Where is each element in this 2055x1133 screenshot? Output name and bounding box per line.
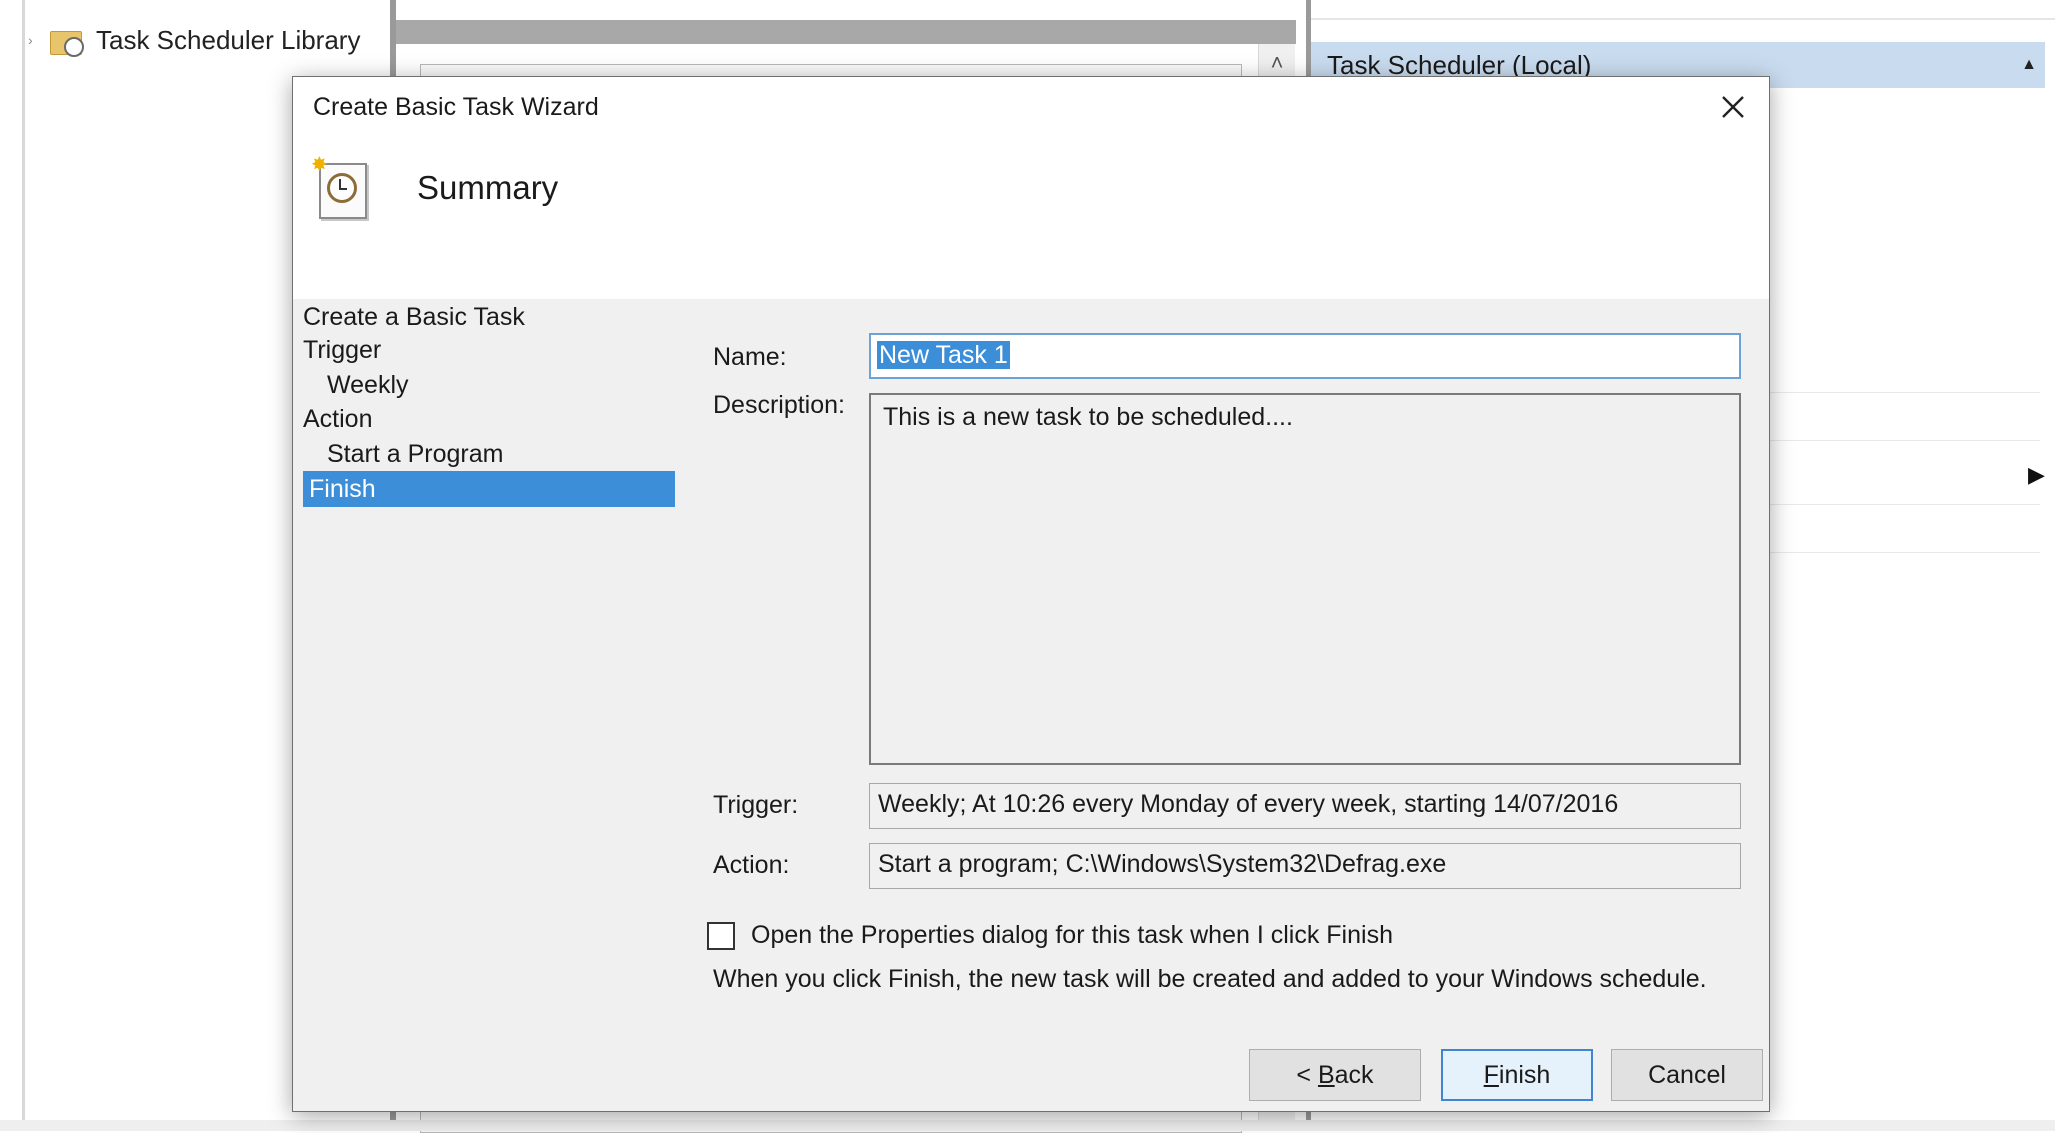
step-trigger: Trigger [303,336,382,364]
scroll-up-icon[interactable]: ˄ [1259,50,1295,76]
name-label: Name: [713,343,787,371]
step-start-a-program: Start a Program [327,440,504,468]
create-basic-task-wizard-dialog: Create Basic Task Wizard ✸ Summary Creat… [292,76,1770,1112]
center-pane-header [396,20,1296,44]
tree-item-task-scheduler-library[interactable]: › Task Scheduler Library [28,20,360,60]
open-properties-checkbox-row[interactable]: Open the Properties dialog for this task… [707,921,1393,950]
dialog-header: Create Basic Task Wizard ✸ Summary [293,77,1769,299]
page-heading: Summary [417,169,559,206]
actions-divider [1770,504,2040,505]
description-field[interactable]: This is a new task to be scheduled.... [869,393,1741,765]
trigger-field: Weekly; At 10:26 every Monday of every w… [869,783,1741,829]
name-field[interactable]: New Task 1 [869,333,1741,379]
finish-rest: inish [1498,1060,1551,1089]
task-wizard-clock-icon: ✸ [311,155,367,219]
step-create-basic-task: Create a Basic Task [303,303,525,331]
close-button[interactable] [1711,89,1755,125]
back-prefix: < [1296,1060,1318,1089]
close-icon [1722,96,1744,118]
step-finish: Finish [303,471,675,507]
open-properties-label[interactable]: Open the Properties dialog for this task… [751,921,1393,950]
action-label: Action: [713,851,790,879]
actions-divider [1770,552,2040,553]
trigger-label: Trigger: [713,791,799,819]
back-button[interactable]: < Back [1249,1049,1421,1101]
tree-item-label: Task Scheduler Library [96,24,361,55]
name-value: New Task 1 [877,341,1010,369]
actions-divider [1770,440,2040,441]
tree-expand-arrow-icon[interactable]: › [28,32,50,48]
action-field: Start a program; C:\Windows\System32\Def… [869,843,1741,889]
description-label: Description: [713,391,845,419]
actions-divider [1770,392,2040,393]
step-weekly: Weekly [327,371,409,399]
window-bottom-band [0,1120,2055,1131]
back-rest: ack [1334,1060,1374,1089]
submenu-arrow-icon[interactable]: ▶ [2028,462,2045,488]
back-mnemonic: B [1317,1060,1335,1089]
actions-divider [1311,18,2055,20]
task-folder-icon [50,25,84,57]
step-action: Action [303,405,373,433]
collapse-arrow-icon[interactable]: ▲ [2021,56,2037,74]
dialog-title: Create Basic Task Wizard [313,93,599,121]
finish-mnemonic: F [1483,1060,1499,1089]
cancel-button[interactable]: Cancel [1611,1049,1763,1101]
finish-note: When you click Finish, the new task will… [713,965,1707,993]
open-properties-checkbox[interactable] [707,921,735,950]
finish-button[interactable]: Finish [1441,1049,1593,1101]
